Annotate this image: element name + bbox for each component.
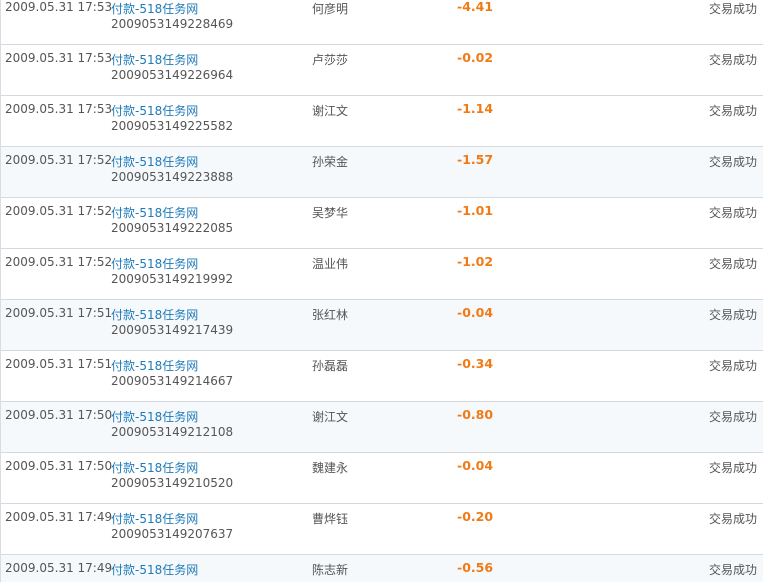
transaction-time: 2009.05.31 17:51	[5, 357, 113, 371]
transaction-amount: -1.02	[457, 254, 494, 269]
transaction-time: 2009.05.31 17:53	[5, 0, 113, 14]
order-number: 2009053149223888	[111, 170, 234, 184]
transaction-row: 2009.05.31 17:52 付款-518任务网 2009053149223…	[1, 147, 763, 198]
counterparty-name: 孙磊磊	[312, 359, 349, 373]
order-number: 2009053149226964	[111, 68, 234, 82]
transaction-time: 2009.05.31 17:49	[5, 561, 113, 575]
transaction-amount: -0.80	[457, 407, 494, 422]
transaction-title-link[interactable]: 付款-518任务网	[111, 255, 198, 272]
order-number: 2009053149210520	[111, 476, 234, 490]
transaction-title-link[interactable]: 付款-518任务网	[111, 204, 198, 221]
transaction-status: 交易成功	[708, 461, 757, 475]
transaction-title-link[interactable]: 付款-518任务网	[111, 153, 198, 170]
transaction-title-link[interactable]: 付款-518任务网	[111, 408, 198, 425]
transaction-amount: -1.57	[457, 152, 494, 167]
transaction-row: 2009.05.31 17:51 付款-518任务网 2009053149217…	[1, 300, 763, 351]
transaction-status: 交易成功	[708, 2, 757, 16]
transaction-row: 2009.05.31 17:50 付款-518任务网 2009053149212…	[1, 402, 763, 453]
transaction-row: 2009.05.31 17:52 付款-518任务网 2009053149219…	[1, 249, 763, 300]
order-number: 2009053149214667	[111, 374, 234, 388]
counterparty-name: 卢莎莎	[312, 53, 349, 67]
transaction-status: 交易成功	[708, 512, 757, 526]
counterparty-name: 陈志新	[312, 563, 349, 577]
transaction-title-link[interactable]: 付款-518任务网	[111, 357, 198, 374]
transaction-time: 2009.05.31 17:52	[5, 153, 113, 167]
transaction-time: 2009.05.31 17:51	[5, 306, 113, 320]
transaction-amount: -1.14	[457, 101, 494, 116]
transaction-row: 2009.05.31 17:51 付款-518任务网 2009053149214…	[1, 351, 763, 402]
counterparty-name: 孙荣金	[312, 155, 349, 169]
transaction-row: 2009.05.31 17:53 付款-518任务网 2009053149225…	[1, 96, 763, 147]
counterparty-name: 吴梦华	[312, 206, 349, 220]
counterparty-name: 魏建永	[312, 461, 349, 475]
transaction-amount: -0.04	[457, 305, 494, 320]
counterparty-name: 何彦明	[312, 2, 349, 16]
transaction-row: 2009.05.31 17:53 付款-518任务网 2009053149226…	[1, 45, 763, 96]
transaction-time: 2009.05.31 17:50	[5, 408, 113, 422]
transaction-amount: -1.01	[457, 203, 494, 218]
transaction-status: 交易成功	[708, 104, 757, 118]
order-number: 2009053149212108	[111, 425, 234, 439]
transaction-row: 2009.05.31 17:52 付款-518任务网 2009053149222…	[1, 198, 763, 249]
transaction-time: 2009.05.31 17:53	[5, 51, 113, 65]
transaction-amount: -0.02	[457, 50, 494, 65]
transaction-time: 2009.05.31 17:52	[5, 255, 113, 269]
transaction-row: 2009.05.31 17:49 付款-518任务网 2009053149207…	[1, 504, 763, 555]
transaction-time: 2009.05.31 17:53	[5, 102, 113, 116]
transaction-status: 交易成功	[708, 206, 757, 220]
counterparty-name: 张红林	[312, 308, 349, 322]
transaction-title-link[interactable]: 付款-518任务网	[111, 0, 198, 17]
order-number: 2009053149222085	[111, 221, 234, 235]
transaction-amount: -4.41	[457, 0, 494, 14]
counterparty-name: 曹烨钰	[312, 512, 349, 526]
transaction-status: 交易成功	[708, 359, 757, 373]
counterparty-name: 谢江文	[312, 104, 349, 118]
transaction-title-link[interactable]: 付款-518任务网	[111, 510, 198, 527]
transaction-amount: -0.20	[457, 509, 494, 524]
transaction-status: 交易成功	[708, 53, 757, 67]
transaction-title-link[interactable]: 付款-518任务网	[111, 306, 198, 323]
transaction-title-link[interactable]: 付款-518任务网	[111, 102, 198, 119]
transaction-amount: -0.34	[457, 356, 494, 371]
transaction-time: 2009.05.31 17:49	[5, 510, 113, 524]
transaction-title-link[interactable]: 付款-518任务网	[111, 459, 198, 476]
order-number: 2009053149225582	[111, 119, 234, 133]
transaction-title-link[interactable]: 付款-518任务网	[111, 51, 198, 68]
transaction-amount: -0.04	[457, 458, 494, 473]
transaction-row: 2009.05.31 17:50 付款-518任务网 2009053149210…	[1, 453, 763, 504]
transaction-row: 2009.05.31 17:53 付款-518任务网 2009053149228…	[1, 0, 763, 45]
transaction-status: 交易成功	[708, 410, 757, 424]
counterparty-name: 温业伟	[312, 257, 349, 271]
transaction-status: 交易成功	[708, 308, 757, 322]
order-number: 2009053149217439	[111, 323, 234, 337]
order-number: 2009053149219992	[111, 272, 234, 286]
transaction-status: 交易成功	[708, 563, 757, 577]
transaction-table: 2009.05.31 17:53 付款-518任务网 2009053149228…	[0, 0, 763, 582]
transaction-status: 交易成功	[708, 257, 757, 271]
counterparty-name: 谢江文	[312, 410, 349, 424]
transaction-time: 2009.05.31 17:50	[5, 459, 113, 473]
transaction-time: 2009.05.31 17:52	[5, 204, 113, 218]
order-number: 2009053149207637	[111, 527, 234, 541]
transaction-title-link[interactable]: 付款-518任务网	[111, 561, 198, 578]
transaction-row: 2009.05.31 17:49 付款-518任务网 陈志新 -0.56 交易成…	[1, 555, 763, 582]
transaction-amount: -0.56	[457, 560, 494, 575]
transaction-status: 交易成功	[708, 155, 757, 169]
order-number: 2009053149228469	[111, 17, 234, 31]
